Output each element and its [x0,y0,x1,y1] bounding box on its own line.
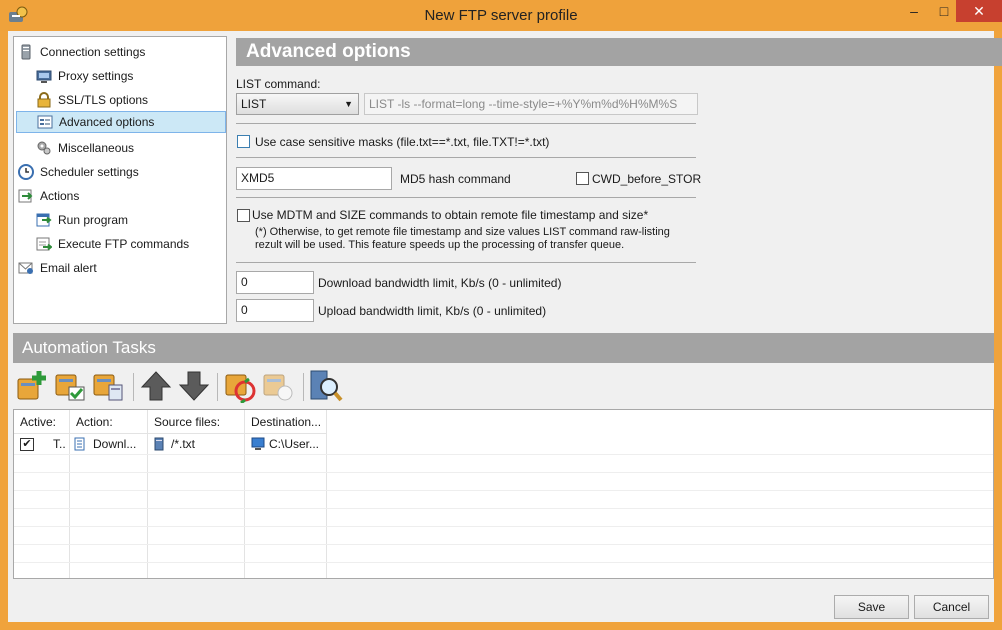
task-type-cell: T.. [53,437,66,451]
cancel-button[interactable]: Cancel [914,595,989,619]
divider [236,262,696,263]
download-limit-input[interactable]: 0 [236,271,314,294]
row-divider [14,544,993,545]
tree-item-label: Connection settings [40,45,146,59]
task-source-cell: /*.txt [171,437,196,451]
move-down-button[interactable] [177,369,211,403]
execute-icon [36,237,52,251]
tree-item-execute-ftp-commands[interactable]: Execute FTP commands [36,233,189,255]
copy-task-button[interactable] [91,369,125,403]
tree-item-miscellaneous[interactable]: Miscellaneous [36,137,134,159]
tree-item-connection-settings[interactable]: Connection settings [18,41,145,63]
add-task-button[interactable] [15,369,49,403]
tree-item-label: Execute FTP commands [58,237,190,251]
lock-icon [37,92,51,108]
row-divider [14,454,993,455]
mdtm-size-checkbox[interactable] [237,209,250,222]
server-icon [21,44,31,60]
md5-command-label: MD5 hash command [400,172,511,186]
clock-icon [18,164,34,180]
tree-item-label: Scheduler settings [40,165,139,179]
chevron-down-icon: ▼ [344,99,353,109]
tree-item-actions[interactable]: Actions [18,185,79,207]
cwd-before-stor-checkbox[interactable] [576,172,589,185]
tree-item-label: Advanced options [59,115,155,129]
toolbar-separator [133,373,134,401]
tree-item-email-alert[interactable]: Email alert [18,257,97,279]
row-divider [14,526,993,527]
active-checkbox[interactable]: ✔ [20,438,34,451]
search-icon[interactable] [309,369,343,403]
divider [236,123,696,124]
settings-panel-icon [37,115,53,129]
server-icon [154,437,164,451]
list-command-select[interactable]: LIST ▼ [236,93,359,115]
close-button[interactable]: ✕ [956,0,1002,22]
row-divider [14,490,993,491]
automation-tasks-table: Active: Action: Source files: Destinatio… [13,409,994,579]
tree-item-label: Miscellaneous [58,141,135,155]
automation-toolbar [13,369,413,405]
tree-item-label: Email alert [40,261,97,275]
settings-tree: Connection settings Proxy settings SSL/T… [13,36,227,324]
tree-item-run-program[interactable]: Run program [36,209,128,231]
proxy-icon [36,70,52,83]
mdtm-note-line-2: rezult will be used. This feature speeds… [255,239,625,251]
tree-item-ssl-tls-options[interactable]: SSL/TLS options [36,89,148,111]
cwd-before-stor-label: CWD_before_STOR [592,172,702,186]
toolbar-separator [217,373,218,401]
task-destination-cell: C:\User... [269,437,320,451]
minimize-button[interactable]: – [899,0,929,22]
document-icon [74,437,85,451]
title-bar: New FTP server profile – □ ✕ [0,0,1002,31]
tree-item-label: SSL/TLS options [58,93,149,107]
run-task-button[interactable] [223,369,257,403]
automation-tasks-header: Automation Tasks [13,333,994,363]
disabled-task-button[interactable] [261,369,295,403]
divider [236,197,696,198]
mdtm-note-line-1: (*) Otherwise, to get remote file timest… [255,226,670,238]
arrow-icon [18,189,33,203]
save-button[interactable]: Save [834,595,909,619]
case-sensitive-checkbox[interactable] [237,135,250,148]
toolbar-separator [303,373,304,401]
row-divider [14,508,993,509]
md5-command-input[interactable]: XMD5 [236,167,392,190]
maximize-button[interactable]: □ [929,0,959,22]
advanced-options-header: Advanced options [236,38,1002,66]
dialog-body: Connection settings Proxy settings SSL/T… [8,31,1002,622]
tree-item-proxy-settings[interactable]: Proxy settings [36,65,133,87]
edit-task-button[interactable] [53,369,87,403]
list-command-input[interactable]: LIST -ls --format=long --time-style=+%Y%… [364,93,698,115]
tree-item-scheduler-settings[interactable]: Scheduler settings [18,161,139,183]
computer-icon [251,437,265,450]
move-up-button[interactable] [139,369,173,403]
list-command-label: LIST command: [236,77,321,91]
tree-item-label: Proxy settings [58,69,134,83]
tree-item-label: Run program [58,213,129,227]
row-divider [14,562,993,563]
window: New FTP server profile – □ ✕ Connection … [0,0,1002,630]
gears-icon [37,141,51,155]
run-icon [36,213,52,227]
mail-icon [18,262,33,274]
mdtm-size-label: Use MDTM and SIZE commands to obtain rem… [252,208,649,222]
case-sensitive-label: Use case sensitive masks (file.txt==*.tx… [255,135,550,149]
upload-limit-input[interactable]: 0 [236,299,314,322]
divider [236,157,696,158]
upload-limit-label: Upload bandwidth limit, Kb/s (0 - unlimi… [318,304,547,318]
tree-item-advanced-options[interactable]: Advanced options [16,111,226,133]
task-action-cell: Downl... [93,437,137,451]
download-limit-label: Download bandwidth limit, Kb/s (0 - unli… [318,276,562,290]
row-divider [14,472,993,473]
window-title: New FTP server profile [424,7,578,24]
list-command-value: LIST [241,97,267,111]
tree-item-label: Actions [40,189,80,203]
